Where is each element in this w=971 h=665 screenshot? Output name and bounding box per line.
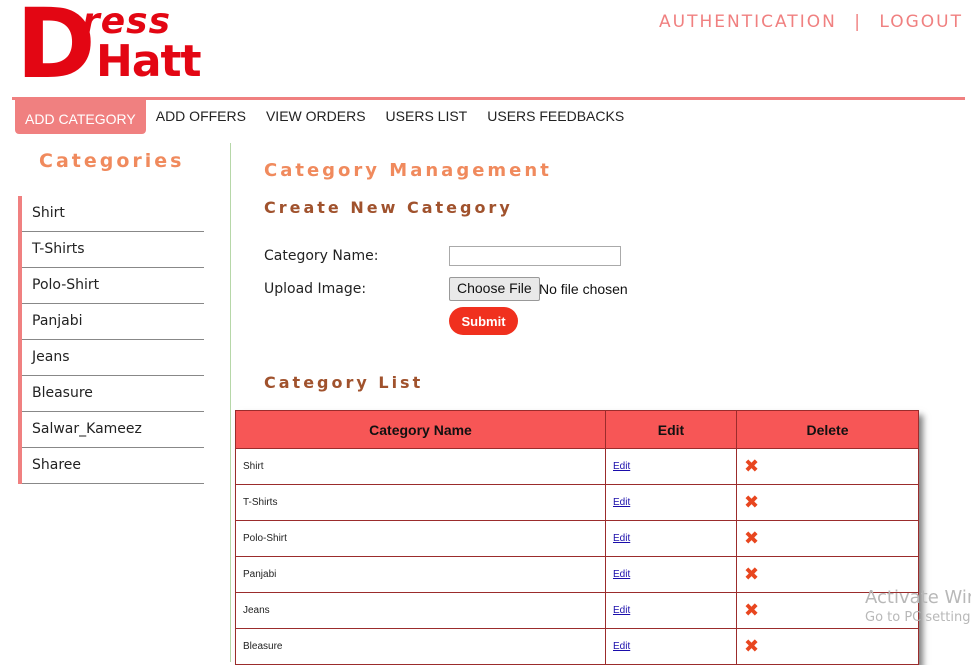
- edit-link[interactable]: Edit: [613, 461, 630, 472]
- sidebar-item-bleasure[interactable]: Bleasure: [22, 376, 204, 412]
- page-title: Category Management: [264, 160, 552, 181]
- sidebar-item-shirt[interactable]: Shirt: [22, 196, 204, 232]
- delete-icon[interactable]: ✖: [744, 492, 759, 513]
- category-name-input[interactable]: [449, 246, 621, 266]
- header-category-name: Category Name: [235, 410, 606, 449]
- sidebar-item-jeans[interactable]: Jeans: [22, 340, 204, 376]
- create-heading: Create New Category: [264, 198, 513, 217]
- sidebar: Categories Shirt T-Shirts Polo-Shirt Pan…: [18, 150, 204, 484]
- row-category-name: Shirt: [235, 448, 606, 485]
- table-row: Jeans Edit ✖: [235, 592, 919, 629]
- delete-icon[interactable]: ✖: [744, 456, 759, 477]
- row-category-name: Jeans: [235, 592, 606, 629]
- sidebar-item-t-shirts[interactable]: T-Shirts: [22, 232, 204, 268]
- auth-separator: |: [854, 12, 862, 32]
- sidebar-item-sharee[interactable]: Sharee: [22, 448, 204, 484]
- category-name-label: Category Name:: [264, 248, 379, 264]
- nav-add-category[interactable]: ADD CATEGORY: [15, 100, 146, 134]
- table-row: Polo-Shirt Edit ✖: [235, 520, 919, 557]
- logo-letter: D: [16, 0, 96, 100]
- file-status: No file chosen: [539, 281, 628, 297]
- logout-link[interactable]: LOGOUT: [879, 12, 963, 32]
- watermark-line2: Go to PC setting: [865, 610, 971, 625]
- row-category-name: Panjabi: [235, 556, 606, 593]
- table-row: Panjabi Edit ✖: [235, 556, 919, 593]
- sidebar-list: Shirt T-Shirts Polo-Shirt Panjabi Jeans …: [18, 196, 204, 484]
- list-heading: Category List: [264, 373, 424, 392]
- header-edit: Edit: [605, 410, 737, 449]
- sidebar-item-polo-shirt[interactable]: Polo-Shirt: [22, 268, 204, 304]
- table-header-row: Category Name Edit Delete: [235, 410, 919, 449]
- auth-links: AUTHENTICATION | LOGOUT: [659, 12, 963, 32]
- delete-icon[interactable]: ✖: [744, 528, 759, 549]
- logo-bottom: Hatt: [96, 36, 202, 87]
- sidebar-item-panjabi[interactable]: Panjabi: [22, 304, 204, 340]
- edit-link[interactable]: Edit: [613, 497, 630, 508]
- header-delete: Delete: [736, 410, 919, 449]
- main-nav: ADD CATEGORY ADD OFFERS VIEW ORDERS USER…: [15, 100, 634, 134]
- nav-add-offers[interactable]: ADD OFFERS: [146, 100, 256, 134]
- delete-icon[interactable]: ✖: [744, 600, 759, 621]
- logo: D ress Hatt: [16, 0, 216, 92]
- table-row: Shirt Edit ✖: [235, 448, 919, 485]
- nav-users-list[interactable]: USERS LIST: [376, 100, 478, 134]
- choose-file-button[interactable]: Choose File: [449, 277, 540, 301]
- activate-windows-watermark: Activate Win Go to PC setting: [865, 587, 971, 625]
- category-table: Category Name Edit Delete Shirt Edit ✖ T…: [235, 410, 919, 665]
- edit-link[interactable]: Edit: [613, 533, 630, 544]
- table-row: T-Shirts Edit ✖: [235, 484, 919, 521]
- authentication-link[interactable]: AUTHENTICATION: [659, 12, 837, 32]
- edit-link[interactable]: Edit: [613, 569, 630, 580]
- watermark-line1: Activate Win: [865, 587, 971, 608]
- table-row: Bleasure Edit ✖: [235, 628, 919, 665]
- nav-users-feedbacks[interactable]: USERS FEEDBACKS: [477, 100, 634, 134]
- nav-view-orders[interactable]: VIEW ORDERS: [256, 100, 376, 134]
- sidebar-item-salwar-kameez[interactable]: Salwar_Kameez: [22, 412, 204, 448]
- content-divider: [230, 143, 231, 662]
- delete-icon[interactable]: ✖: [744, 564, 759, 585]
- submit-button[interactable]: Submit: [449, 307, 518, 335]
- main-content: Category Management Create New Category …: [264, 160, 628, 392]
- row-category-name: Bleasure: [235, 628, 606, 665]
- logo-top: ress: [82, 1, 172, 42]
- upload-label: Upload Image:: [264, 281, 367, 297]
- edit-link[interactable]: Edit: [613, 641, 630, 652]
- edit-link[interactable]: Edit: [613, 605, 630, 616]
- row-category-name: T-Shirts: [235, 484, 606, 521]
- sidebar-title: Categories: [39, 150, 185, 172]
- row-category-name: Polo-Shirt: [235, 520, 606, 557]
- delete-icon[interactable]: ✖: [744, 636, 759, 657]
